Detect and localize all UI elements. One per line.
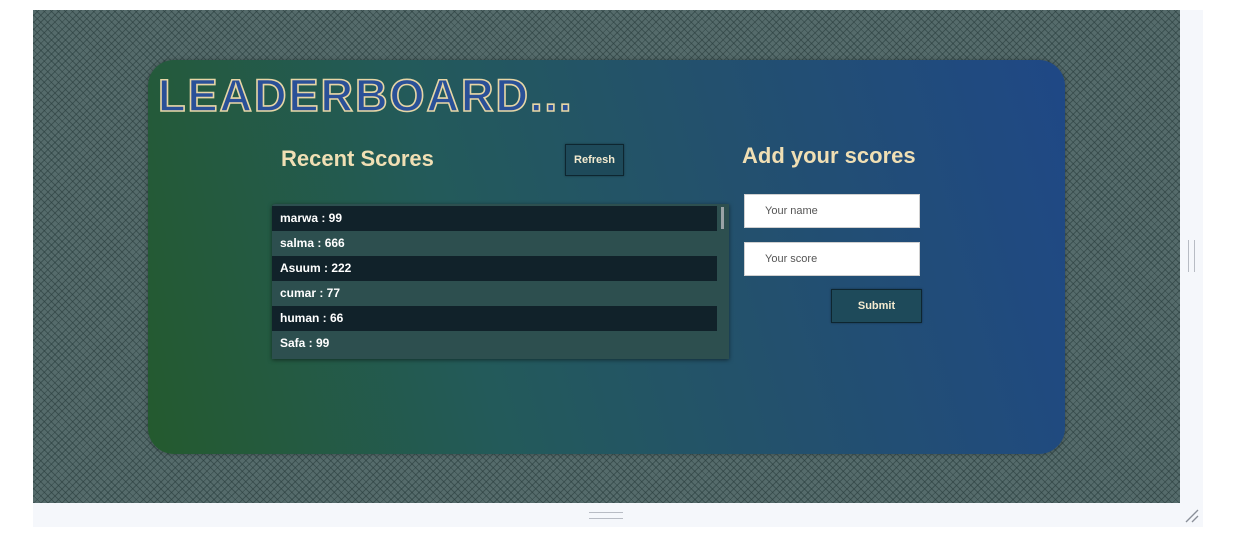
recent-scores-heading: Recent Scores bbox=[281, 146, 434, 171]
page-title: LEADERBOARD... bbox=[157, 70, 574, 121]
score-list-item: marwa : 99 bbox=[272, 206, 717, 231]
horizontal-resize-handle-icon[interactable] bbox=[589, 512, 623, 519]
name-input[interactable] bbox=[744, 194, 920, 228]
vertical-resize-handle-icon[interactable] bbox=[1188, 240, 1195, 272]
score-list-item: Asuum : 222 bbox=[272, 256, 717, 281]
scores-list[interactable]: marwa : 99 salma : 666 Asuum : 222 cumar… bbox=[272, 204, 729, 359]
score-list-item: cumar : 77 bbox=[280, 286, 341, 300]
score-list-item: Safa : 99 bbox=[280, 336, 330, 350]
score-list-item: human : 66 bbox=[272, 306, 717, 331]
refresh-button[interactable]: Refresh bbox=[565, 144, 624, 176]
scores-scrollbar[interactable] bbox=[721, 207, 724, 229]
add-scores-heading: Add your scores bbox=[742, 143, 916, 168]
score-list-item: salma : 666 bbox=[280, 236, 345, 250]
corner-resize-grip-icon[interactable] bbox=[1183, 507, 1199, 523]
score-input[interactable] bbox=[744, 242, 920, 276]
submit-button[interactable]: Submit bbox=[831, 289, 922, 323]
